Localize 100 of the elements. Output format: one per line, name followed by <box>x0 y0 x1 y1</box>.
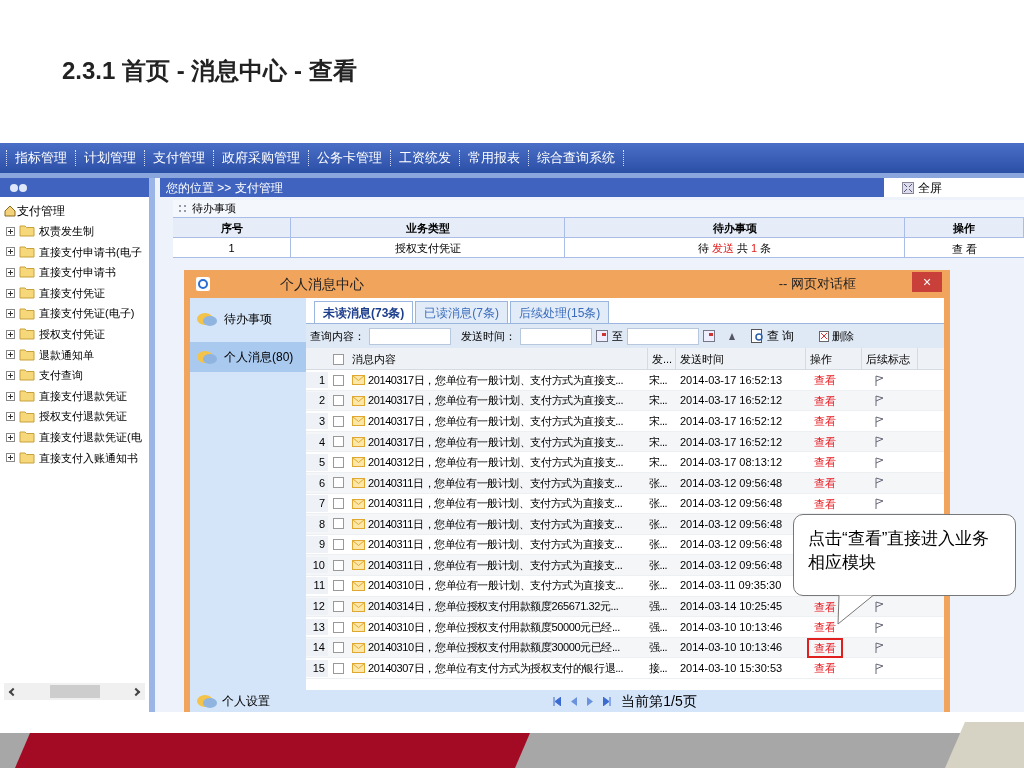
view-link[interactable]: 查看 <box>807 637 843 658</box>
message-text: 20140311日，您单位有一般计划、支付方式为直接支... <box>368 516 623 532</box>
sender-cell-text: 宋... <box>648 434 669 450</box>
row-number: 2 <box>306 392 328 409</box>
time-cell-text: 2014-03-10 15:30:53 <box>679 661 784 677</box>
callout-text: 点击“查看”直接进入业务相应模块 <box>808 528 991 574</box>
breadcrumb: 您的位置 >> 支付管理 <box>165 179 283 197</box>
time-cell-text: 2014-03-17 16:52:13 <box>679 372 784 388</box>
message-text: 20140310日，您单位授权支付用款额度50000元已经... <box>368 619 620 635</box>
time-cell-text: 2014-03-14 10:25:45 <box>679 599 784 615</box>
message-text: 20140310日，您单位授权支付用款额度30000元已经... <box>368 640 620 656</box>
query-button[interactable]: 查 询 <box>751 327 795 345</box>
time-cell-text: 2014-03-12 09:56:48 <box>679 557 784 573</box>
view-link[interactable]: 查 看 <box>951 243 978 255</box>
tree-item[interactable]: 直接支付凭证(电子) <box>39 305 135 322</box>
message-text: 20140317日，您单位有一般计划、支付方式为直接支... <box>368 434 624 450</box>
tree-item[interactable]: 直接支付入账通知书 <box>39 449 138 467</box>
row-number: 9 <box>306 536 328 553</box>
sender-cell-text: 张... <box>648 537 669 553</box>
sender-cell-text: 张... <box>648 557 669 573</box>
settings-link[interactable]: 个人设置 <box>222 692 270 710</box>
row-number: 7 <box>306 495 328 512</box>
sender-cell-text: 张... <box>648 578 669 594</box>
sender-cell-text: 张... <box>648 496 669 512</box>
row-number: 6 <box>306 474 328 492</box>
menu-item[interactable]: 指标管理 <box>6 150 75 166</box>
time-cell-text: 2014-03-11 09:35:30 <box>679 578 783 594</box>
tree-item[interactable]: 支付查询 <box>39 367 83 384</box>
tree-item[interactable]: 直接支付退款凭证 <box>39 387 127 405</box>
close-button[interactable]: × <box>912 272 942 292</box>
row-number: 5 <box>306 454 328 471</box>
menu-item[interactable]: 政府采购管理 <box>213 150 308 166</box>
view-link[interactable]: 查看 <box>807 431 843 452</box>
time-cell-text: 2014-03-17 16:52:12 <box>679 413 784 429</box>
message-text: 20140312日，您单位有一般计划、支付方式为直接支... <box>368 455 624 471</box>
sender-cell-text: 强... <box>648 599 669 615</box>
message-text: 20140317日，您单位有一般计划、支付方式为直接支... <box>368 413 624 429</box>
tab[interactable]: 已读消息(7条) <box>415 301 508 323</box>
tree-item[interactable]: 退款通知单 <box>39 346 94 364</box>
nav-item[interactable]: 待办事项 <box>190 304 306 334</box>
message-text: 20140317日，您单位有一般计划、支付方式为直接支... <box>368 372 624 388</box>
table-cell: 1 <box>173 238 291 258</box>
column-header: 操作 <box>905 218 1024 238</box>
delete-button[interactable]: 删除 <box>818 327 855 345</box>
sender-cell-text: 张... <box>648 516 669 532</box>
sender-cell-text: 宋... <box>648 455 669 471</box>
view-link[interactable]: 查看 <box>807 493 843 514</box>
message-text: 20140311日，您单位有一般计划、支付方式为直接支... <box>368 557 623 573</box>
view-link[interactable]: 查看 <box>807 617 843 638</box>
dialog-subtitle: -- 网页对话框 <box>778 275 856 294</box>
column-header: 序号 <box>173 218 291 238</box>
sender-cell-text: 强... <box>648 640 669 656</box>
time-cell-text: 2014-03-10 10:13:46 <box>679 640 784 656</box>
search-label: 查询内容： <box>310 328 365 344</box>
row-number: 14 <box>306 639 328 656</box>
column-header: 待办事项 <box>565 218 905 238</box>
view-link[interactable]: 查看 <box>807 390 843 411</box>
menu-item[interactable]: 公务卡管理 <box>308 150 390 166</box>
view-link[interactable]: 查看 <box>807 472 843 493</box>
tree-item[interactable]: 授权支付退款凭证 <box>39 408 127 425</box>
row-number: 15 <box>306 660 328 677</box>
message-text: 20140311日，您单位有一般计划、支付方式为直接支... <box>368 537 623 553</box>
tree-item[interactable]: 授权支付凭证 <box>39 326 105 343</box>
message-text: 20140310日，您单位有一般计划、支付方式为直接支... <box>368 578 624 594</box>
sender-cell-text: 宋... <box>648 372 669 388</box>
tree-item[interactable]: 权责发生制 <box>39 223 94 240</box>
tab[interactable]: 后续处理(15条) <box>510 301 610 323</box>
time-cell-text: 2014-03-12 09:56:48 <box>679 496 784 512</box>
menu-item[interactable]: 支付管理 <box>144 150 213 166</box>
view-link[interactable]: 查看 <box>807 452 843 473</box>
sender-cell-text: 强... <box>648 619 669 635</box>
menu-item[interactable]: 综合查询系统 <box>528 150 623 166</box>
table-cell: 待 发送 共 1 条 <box>565 238 905 258</box>
message-text: 20140311日，您单位有一般计划、支付方式为直接支... <box>368 475 623 491</box>
message-text: 20140311日，您单位有一般计划、支付方式为直接支... <box>368 496 623 512</box>
menu-item[interactable]: 常用报表 <box>459 150 528 166</box>
tree-item[interactable]: 直接支付退款凭证(电 <box>39 429 142 446</box>
row-number: 11 <box>306 577 328 594</box>
view-link[interactable]: 查看 <box>807 658 843 679</box>
menu-item[interactable]: 工资统发 <box>390 150 459 166</box>
message-text: 20140317日，您单位有一般计划、支付方式为直接支... <box>368 393 624 409</box>
time-cell-text: 2014-03-17 16:52:12 <box>679 434 784 450</box>
sender-cell-text: 张... <box>648 475 669 491</box>
sender-cell-text: 宋... <box>648 413 669 429</box>
view-link[interactable]: 查看 <box>807 370 843 390</box>
fullscreen-button[interactable]: 全屏 <box>884 178 1024 197</box>
tree-item[interactable]: 直接支付申请书(电子 <box>39 243 142 261</box>
row-number: 4 <box>306 433 328 451</box>
nav-item[interactable]: 个人消息(80) <box>190 342 306 372</box>
view-link[interactable]: 查看 <box>807 411 843 432</box>
row-number: 10 <box>306 556 328 574</box>
message-text: 20140307日，您单位有支付方式为授权支付的银行退... <box>368 661 624 677</box>
message-text: 20140314日，您单位授权支付用款额度265671.32元... <box>368 599 619 615</box>
tree-item[interactable]: 直接支付申请书 <box>39 264 116 281</box>
tree-root[interactable]: 支付管理 <box>17 202 65 220</box>
time-cell-text: 2014-03-12 09:56:48 <box>679 516 784 532</box>
row-number: 13 <box>306 618 328 636</box>
tab[interactable]: 未读消息(73条) <box>314 301 414 323</box>
tree-item[interactable]: 直接支付凭证 <box>39 284 105 302</box>
menu-item[interactable]: 计划管理 <box>75 150 144 166</box>
